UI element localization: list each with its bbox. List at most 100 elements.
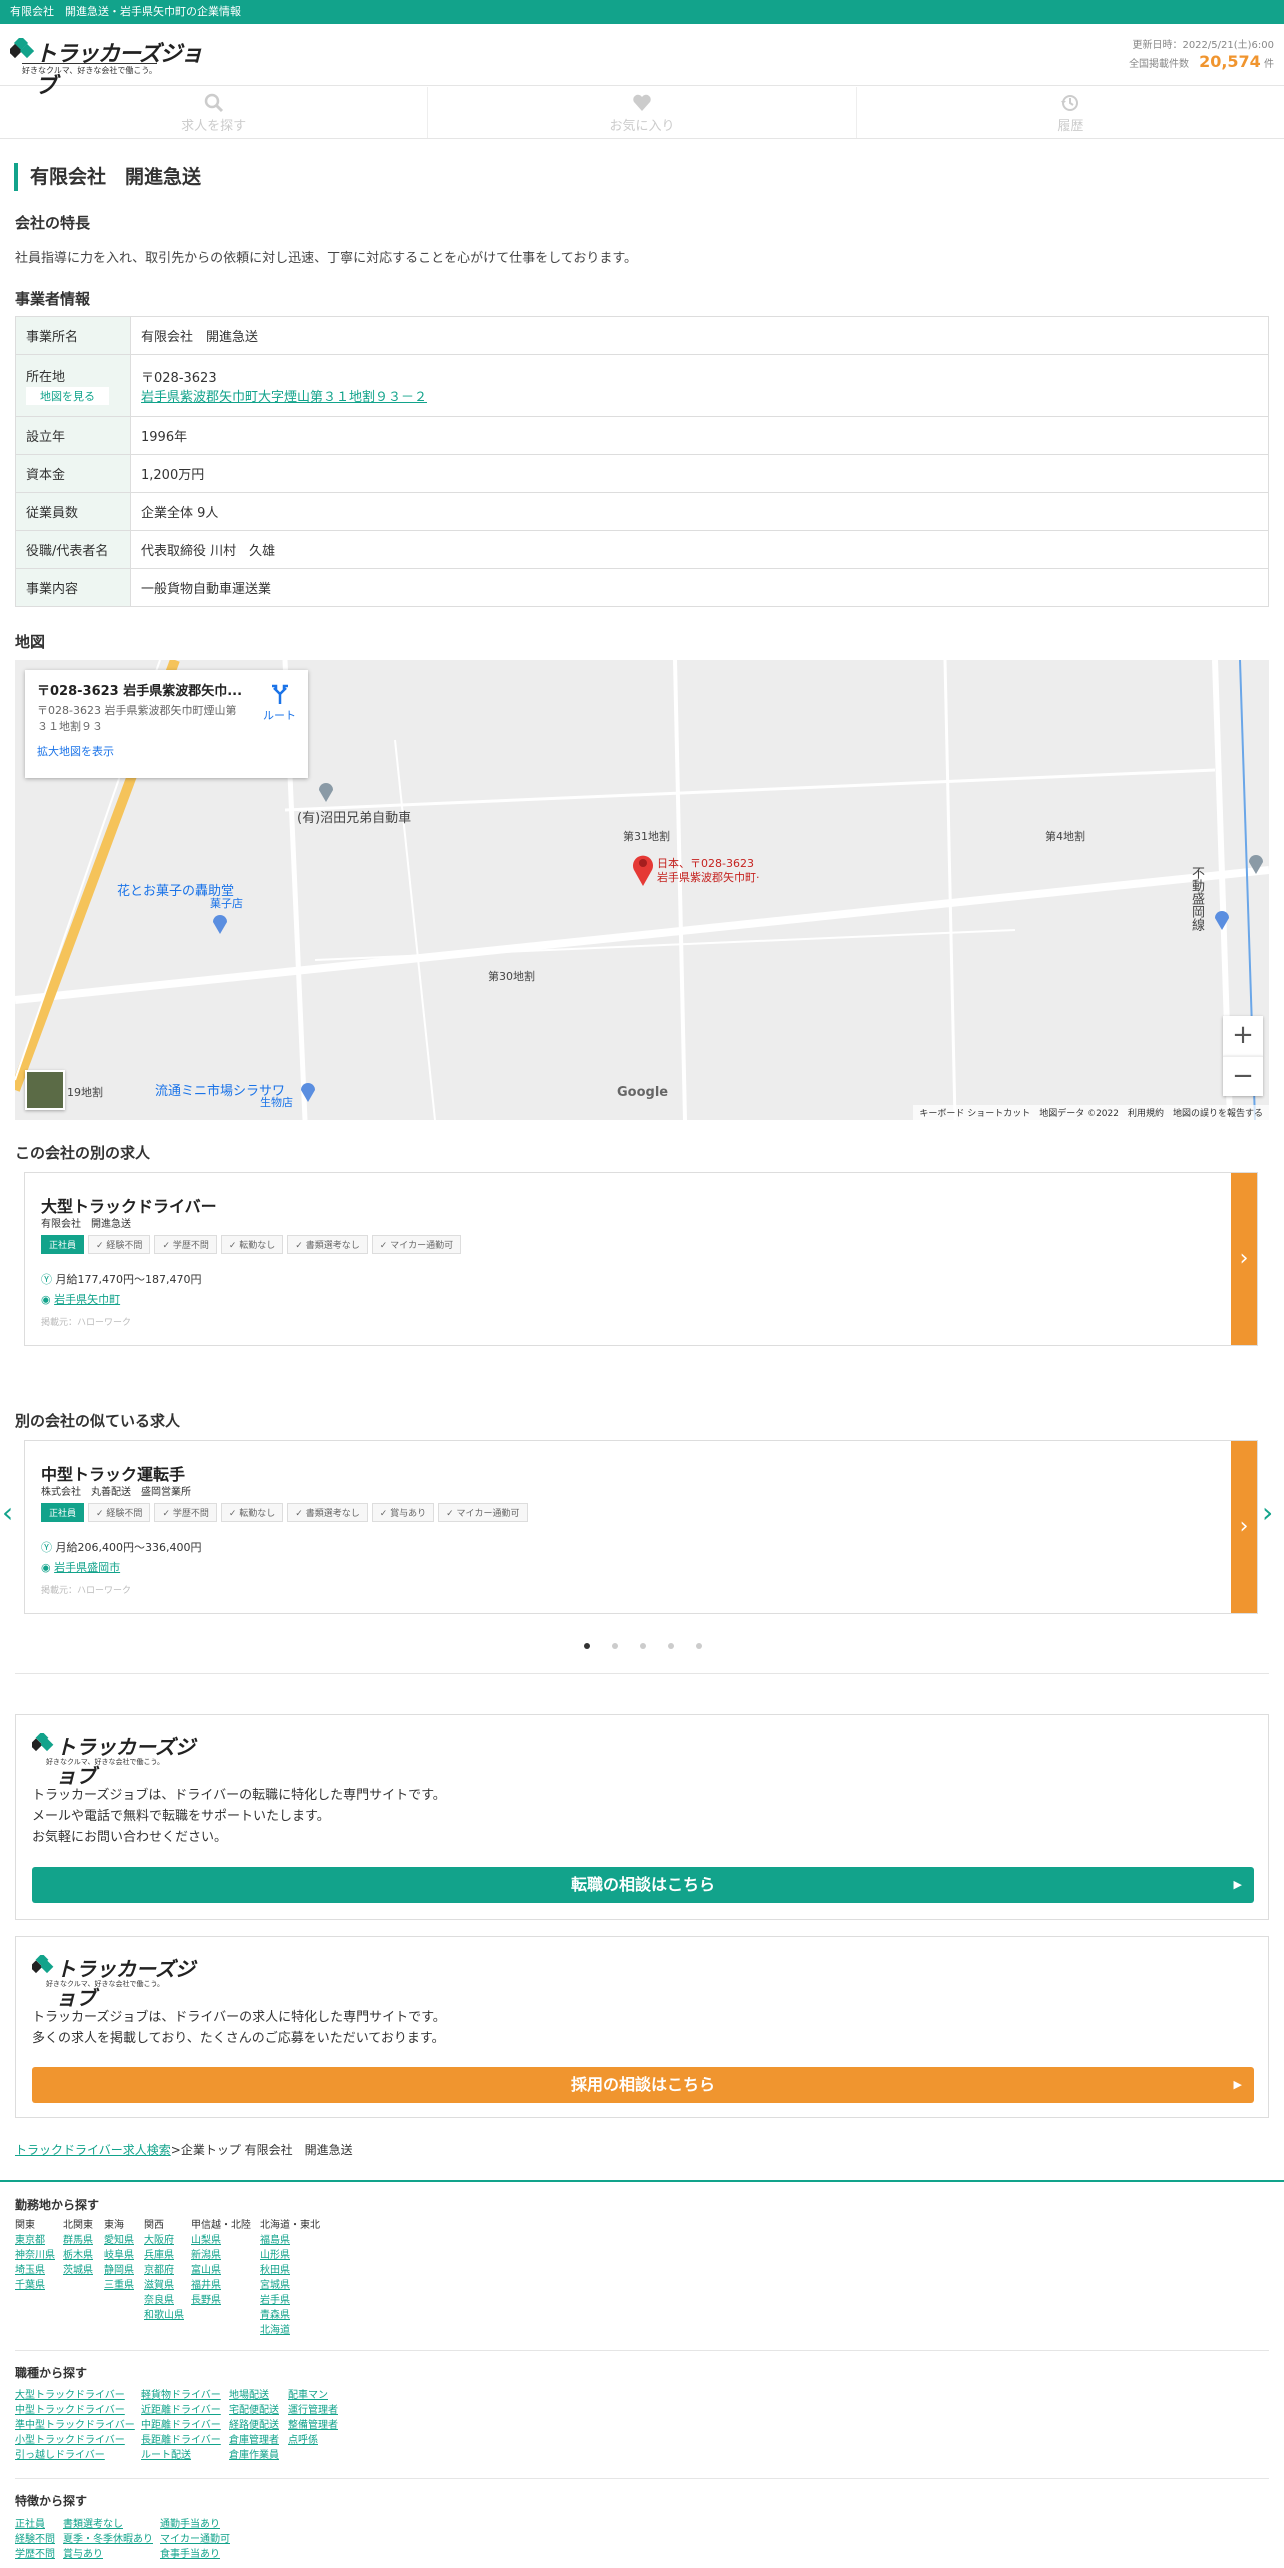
carousel-dot[interactable] bbox=[696, 1643, 702, 1649]
nav-favorites[interactable]: お気に入り bbox=[428, 87, 857, 138]
area-link[interactable]: 新潟県 bbox=[191, 2248, 251, 2263]
feature-link[interactable]: 食事手当あり bbox=[160, 2547, 230, 2562]
area-link[interactable]: 滋賀県 bbox=[144, 2278, 184, 2293]
area-link[interactable]: 奈良県 bbox=[144, 2293, 184, 2308]
type-link[interactable]: 中距離ドライバー bbox=[141, 2418, 221, 2433]
chevron-right-icon[interactable]: › bbox=[1231, 1173, 1257, 1345]
area-link[interactable]: 長野県 bbox=[191, 2293, 251, 2308]
type-link[interactable]: ルート配送 bbox=[141, 2448, 221, 2463]
area-link[interactable]: 静岡県 bbox=[104, 2263, 134, 2278]
area-link[interactable]: 栃木県 bbox=[63, 2248, 93, 2263]
area-link[interactable]: 富山県 bbox=[191, 2263, 251, 2278]
feature-link[interactable]: 正社員 bbox=[15, 2517, 55, 2532]
type-link[interactable]: 引っ越しドライバー bbox=[15, 2448, 135, 2463]
feature-link[interactable]: 賞与あり bbox=[63, 2547, 153, 2562]
company-info-table: 事業所名 有限会社 開進急送 所在地 地図を見る 〒028-3623 岩手県紫波郡矢巾… bbox=[15, 316, 1269, 607]
chevron-right-icon[interactable]: › bbox=[1231, 1441, 1257, 1613]
carousel-dot[interactable] bbox=[612, 1643, 618, 1649]
job-source: 掲載元：ハローワーク bbox=[41, 1318, 132, 1328]
area-link[interactable]: 和歌山県 bbox=[144, 2308, 184, 2323]
hiring-consult-button[interactable]: 採用の相談はこちら ▶ bbox=[32, 2067, 1254, 2103]
type-link[interactable]: 近距離ドライバー bbox=[141, 2403, 221, 2418]
tag: ✓ 学歴不問 bbox=[154, 1235, 217, 1254]
job-salary: Ⓨ 月給177,470円〜187,470円 bbox=[41, 1273, 202, 1286]
feature-link[interactable]: 学歴不問 bbox=[15, 2547, 55, 2562]
carousel-dot[interactable] bbox=[640, 1643, 646, 1649]
company-info-heading: 事業者情報 bbox=[15, 290, 91, 308]
area-link[interactable]: 山梨県 bbox=[191, 2233, 251, 2248]
info-row-employees: 従業員数 企業全体 9人 bbox=[15, 492, 1269, 531]
carousel-dot[interactable] bbox=[584, 1643, 590, 1649]
area-link[interactable]: 群馬県 bbox=[63, 2233, 93, 2248]
breadcrumb: トラックドライバー求人検索>企業トップ 有限会社 開進急送 bbox=[15, 2143, 353, 2157]
address-link[interactable]: 岩手県紫波郡矢巾町大字煙山第３１地割９３－２ bbox=[141, 390, 427, 405]
type-link[interactable]: 小型トラックドライバー bbox=[15, 2433, 135, 2448]
area-link[interactable]: 青森県 bbox=[260, 2308, 320, 2323]
breadcrumb-home-link[interactable]: トラックドライバー求人検索 bbox=[15, 2143, 171, 2157]
area-link[interactable]: 秋田県 bbox=[260, 2263, 320, 2278]
area-link[interactable]: 北海道 bbox=[260, 2323, 320, 2338]
area-link[interactable]: 福島県 bbox=[260, 2233, 320, 2248]
type-link[interactable]: 地場配送 bbox=[229, 2388, 279, 2403]
area-link[interactable]: 山形県 bbox=[260, 2248, 320, 2263]
area-link[interactable]: 京都府 bbox=[144, 2263, 184, 2278]
feature-link[interactable]: マイカー通勤可 bbox=[160, 2532, 230, 2547]
job-card[interactable]: 大型トラックドライバー 有限会社 開進急送 正社員 ✓ 経験不問 ✓ 学歴不問 … bbox=[24, 1172, 1258, 1346]
area-link[interactable]: 岩手県 bbox=[260, 2293, 320, 2308]
map-embed[interactable]: 〒028-3623 岩手県紫波郡矢巾... 〒028-3623 岩手県紫波郡矢巾… bbox=[15, 660, 1269, 1120]
nav-search[interactable]: 求人を探す bbox=[0, 87, 429, 138]
carousel-dot[interactable] bbox=[668, 1643, 674, 1649]
area-link[interactable]: 東京都 bbox=[15, 2233, 55, 2248]
area-link[interactable]: 埼玉県 bbox=[15, 2263, 55, 2278]
area-link[interactable]: 三重県 bbox=[104, 2278, 134, 2293]
location-icon: ◉ bbox=[41, 1293, 51, 1306]
feature-link[interactable]: 書類選考なし bbox=[63, 2517, 153, 2532]
type-link[interactable]: 宅配便配送 bbox=[229, 2403, 279, 2418]
nav-history[interactable]: 履歴 bbox=[857, 87, 1284, 138]
type-link[interactable]: 配車マン bbox=[288, 2388, 338, 2403]
type-link[interactable]: 中型トラックドライバー bbox=[15, 2403, 135, 2418]
route-button[interactable]: ルート bbox=[263, 684, 296, 723]
feature-link[interactable]: 経験不問 bbox=[15, 2532, 55, 2547]
type-link[interactable]: 整備管理者 bbox=[288, 2418, 338, 2433]
zoom-out-button[interactable]: − bbox=[1223, 1056, 1263, 1096]
zoom-in-button[interactable]: + bbox=[1223, 1016, 1263, 1056]
area-link[interactable]: 茨城県 bbox=[63, 2263, 93, 2278]
area-link[interactable]: 大阪府 bbox=[144, 2233, 184, 2248]
type-link[interactable]: 長距離ドライバー bbox=[141, 2433, 221, 2448]
type-link[interactable]: 倉庫作業員 bbox=[229, 2448, 279, 2463]
type-link[interactable]: 経路便配送 bbox=[229, 2418, 279, 2433]
feature-link[interactable]: 通勤手当あり bbox=[160, 2517, 230, 2532]
logo-tagline: 好きなクルマ、好きな会社で働こう。 bbox=[22, 63, 157, 76]
job-location-link[interactable]: 岩手県矢巾町 bbox=[54, 1293, 120, 1306]
job-title[interactable]: 大型トラックドライバー bbox=[41, 1193, 217, 1217]
map-attribution[interactable]: キーボード ショートカット 地図データ ©2022 利用規約 地図の誤りを報告す… bbox=[913, 1105, 1269, 1120]
site-logo[interactable]: トラッカーズジョブ 好きなクルマ、好きな会社で働こう。 bbox=[10, 34, 210, 99]
carousel-next-button[interactable]: › bbox=[1262, 1496, 1273, 1529]
area-link[interactable]: 神奈川県 bbox=[15, 2248, 55, 2263]
type-link[interactable]: 運行管理者 bbox=[288, 2403, 338, 2418]
satellite-toggle[interactable] bbox=[25, 1070, 65, 1110]
carousel-prev-button[interactable]: ‹ bbox=[2, 1496, 13, 1529]
job-location-link[interactable]: 岩手県盛岡市 bbox=[54, 1561, 120, 1574]
area-link[interactable]: 兵庫県 bbox=[144, 2248, 184, 2263]
job-card[interactable]: 中型トラック運転手 株式会社 丸善配送 盛岡営業所 正社員 ✓ 経験不問 ✓ 学… bbox=[24, 1440, 1258, 1614]
feature-column: 書類選考なし 夏季・冬季休暇あり 賞与あり bbox=[63, 2517, 153, 2562]
type-link[interactable]: 大型トラックドライバー bbox=[15, 2388, 135, 2403]
area-link[interactable]: 岐阜県 bbox=[104, 2248, 134, 2263]
view-map-button[interactable]: 地図を見る bbox=[26, 387, 109, 405]
feature-column: 通勤手当あり マイカー通勤可 食事手当あり bbox=[160, 2517, 230, 2562]
feature-link[interactable]: 夏季・冬季休暇あり bbox=[63, 2532, 153, 2547]
career-consult-button[interactable]: 転職の相談はこちら ▶ bbox=[32, 1867, 1254, 1903]
type-link[interactable]: 点呼係 bbox=[288, 2433, 338, 2448]
info-row-representative: 役職/代表者名 代表取締役 川村 久雄 bbox=[15, 530, 1269, 569]
job-title[interactable]: 中型トラック運転手 bbox=[41, 1461, 185, 1485]
enlarge-map-link[interactable]: 拡大地図を表示 bbox=[37, 743, 296, 759]
type-link[interactable]: 倉庫管理者 bbox=[229, 2433, 279, 2448]
area-link[interactable]: 宮城県 bbox=[260, 2278, 320, 2293]
type-link[interactable]: 準中型トラックドライバー bbox=[15, 2418, 135, 2433]
type-link[interactable]: 軽貨物ドライバー bbox=[141, 2388, 221, 2403]
area-link[interactable]: 福井県 bbox=[191, 2278, 251, 2293]
area-link[interactable]: 愛知県 bbox=[104, 2233, 134, 2248]
area-link[interactable]: 千葉県 bbox=[15, 2278, 55, 2293]
